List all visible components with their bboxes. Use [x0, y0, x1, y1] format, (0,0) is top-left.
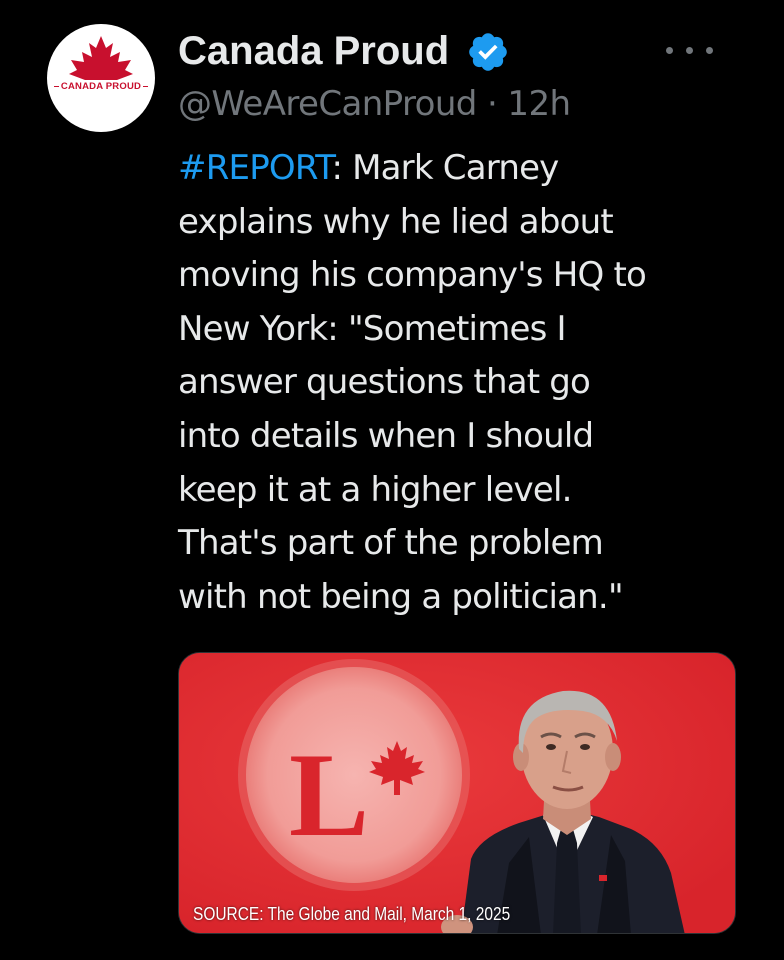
handle[interactable]: @WeAreCanProud [178, 84, 477, 124]
person-tie [553, 829, 581, 933]
handle-line: @WeAreCanProud · 12h [178, 82, 571, 126]
display-name[interactable]: Canada Proud [178, 28, 449, 74]
maple-leaf-icon [69, 36, 133, 80]
media-caption: SOURCE: The Globe and Mail, March 1, 202… [193, 904, 511, 924]
tweet-media-image[interactable]: L SOURCE: The Globe and Mail, March 1, 2… [178, 652, 736, 934]
logo-letter: L [289, 728, 369, 861]
avatar[interactable]: CANADA PROUD [47, 24, 155, 132]
tweet-line: moving his company's HQ to [178, 255, 647, 296]
more-options-button[interactable] [664, 38, 730, 62]
tweet-line: keep it at a higher level. [178, 469, 572, 510]
tweet-line: into details when I should [178, 415, 594, 456]
tweet-line: with not being a politician." [178, 576, 624, 617]
verified-badge-icon [469, 33, 507, 71]
tweet-line-text: : Mark Carney [331, 148, 559, 188]
more-icon-dot [706, 47, 713, 54]
hashtag-link[interactable]: #REPORT [178, 148, 332, 188]
tweet: CANADA PROUD Canada Proud @WeAreCanProud… [0, 0, 784, 960]
more-icon-dot [686, 47, 693, 54]
separator: · [486, 84, 498, 124]
media-illustration: L [179, 653, 735, 933]
tweet-line: That's part of the problem [178, 523, 604, 564]
timestamp[interactable]: 12h [507, 84, 571, 124]
tweet-line: explains why he lied about [178, 201, 614, 242]
tweet-line: answer questions that go [178, 362, 591, 403]
avatar-label: CANADA PROUD [47, 81, 155, 92]
more-icon-dot [666, 47, 673, 54]
tweet-text: #REPORT: Mark Carney explains why he lie… [178, 142, 758, 624]
tweet-line: New York: "Sometimes I [178, 308, 567, 349]
tweet-line: #REPORT: Mark Carney [178, 142, 758, 196]
